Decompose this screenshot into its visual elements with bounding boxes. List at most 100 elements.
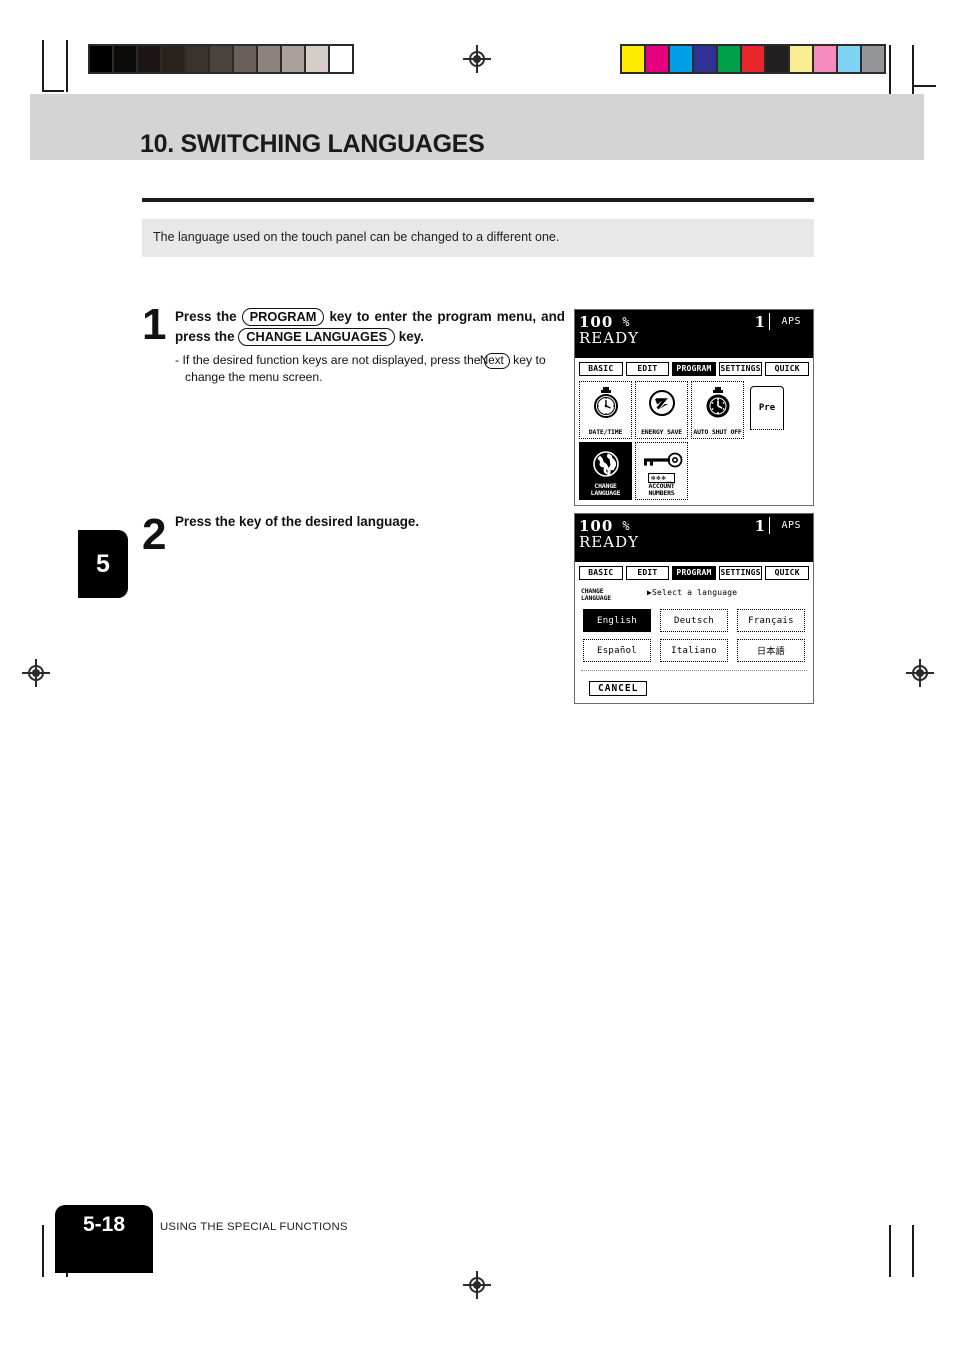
gray-patch (114, 46, 136, 72)
function-key-label: ENERGY SAVE (641, 427, 682, 436)
color-patch (790, 46, 812, 72)
panel-tab-program[interactable]: PROGRAM (672, 566, 716, 580)
panel-tab-quick[interactable]: QUICK (765, 566, 809, 580)
step-1-note: - If the desired function keys are not d… (175, 352, 546, 385)
registration-target-icon (906, 659, 934, 687)
previous-page-tab[interactable]: Pre (750, 385, 784, 430)
function-key-label: AUTO SHUT OFF (693, 427, 742, 436)
key-icon (640, 447, 684, 473)
gray-patch (90, 46, 112, 72)
keycap-program: PROGRAM (241, 308, 325, 326)
grid-spacer (691, 442, 744, 500)
registration-target-icon (463, 45, 491, 73)
panel-tab-edit[interactable]: EDIT (625, 566, 670, 580)
crop-mark-br-v1 (889, 1225, 891, 1277)
ready-status-text: READY (579, 533, 640, 551)
touch-panel-program-menu: 100 % 1 APS READY BASIC EDIT PROGRAM SETTIN… (574, 309, 814, 506)
language-button-italiano[interactable]: Italiano (660, 639, 728, 663)
function-key-change-language[interactable]: CHANGE LANGUAGE (579, 441, 632, 500)
step-number: 1 (142, 300, 167, 349)
function-key-label: ACCOUNT NUMBERS (648, 482, 675, 497)
crop-mark-tl-h1 (42, 90, 64, 92)
language-button-english[interactable]: English (583, 609, 651, 633)
zoom-ratio-value: 100 (579, 516, 614, 535)
gray-patch (186, 46, 208, 72)
language-button-fran-ais[interactable]: Français (737, 609, 805, 633)
panel-tab-program[interactable]: PROGRAM (672, 362, 716, 376)
ready-status-text: READY (579, 329, 640, 347)
color-patch (838, 46, 860, 72)
function-key-label: CHANGE LANGUAGE (590, 482, 621, 497)
intro-text: The language used on the touch panel can… (153, 230, 560, 244)
mode-label-line2: LANGUAGE (581, 593, 611, 602)
language-button-deutsch[interactable]: Deutsch (660, 609, 728, 633)
panel-content: DATE/TIME ENERGY SAVE AUTO SHUT OFF Pre C… (575, 378, 813, 505)
color-patch (814, 46, 836, 72)
stopwatch-icon (591, 386, 621, 420)
gray-patch (162, 46, 184, 72)
step-1-body: Press the PROGRAM key to enter the progr… (175, 307, 565, 386)
keycap-next: Next (480, 352, 510, 369)
title-rule (142, 198, 814, 202)
step-2-body: Press the key of the desired language. (175, 512, 565, 532)
keycap-change-languages: CHANGE LANGUAGES (238, 328, 396, 346)
status-bar: 100 % 1 APS READY (575, 514, 813, 562)
paper-mode-label: APS (781, 520, 801, 531)
pocket-watch-icon (703, 386, 733, 420)
energy-save-icon (647, 386, 677, 420)
step-number: 2 (142, 510, 167, 559)
color-patch (718, 46, 740, 72)
color-patch (622, 46, 644, 72)
panel-tab-edit[interactable]: EDIT (625, 362, 670, 376)
step-2-instruction: Press the key of the desired language. (175, 514, 420, 529)
language-button-grid: English Deutsch Français Español Italiano 日本語 (579, 602, 809, 668)
language-button-espa-ol[interactable]: Español (583, 639, 651, 663)
gray-patch (330, 46, 352, 72)
color-patch (742, 46, 764, 72)
panel-tab-basic[interactable]: BASIC (579, 566, 623, 580)
language-button--[interactable]: 日本語 (737, 639, 805, 663)
copy-count-value: 1 (754, 313, 765, 331)
chapter-tab: 5 (78, 530, 128, 598)
page-title: 10. SWITCHING LANGUAGES (140, 130, 485, 158)
function-key-auto-shut-off[interactable]: AUTO SHUT OFF (691, 380, 744, 439)
panel-tab-bar: BASIC EDIT PROGRAM SETTINGS QUICK (575, 358, 813, 379)
crop-mark-bl-v1 (42, 1225, 44, 1277)
gray-patch (234, 46, 256, 72)
page-number-tab: 5-18 (55, 1205, 153, 1273)
prompt-text: ▶Select a language (647, 587, 738, 597)
cancel-button[interactable]: CANCEL (589, 681, 648, 697)
zoom-ratio-value: 100 (579, 312, 614, 331)
touch-panel-language-select: 100 % 1 APS READY BASIC EDIT PROGRAM SETTIN… (574, 513, 814, 705)
cancel-row: CANCEL (579, 671, 809, 698)
status-divider (769, 517, 770, 534)
panel-content: CHANGE LANGUAGE ▶Select a language Engli… (575, 582, 813, 704)
crop-mark-tr-v1 (889, 45, 891, 95)
function-key-account-numbers[interactable]: ✻✻✻_ ACCOUNT NUMBERS (635, 441, 688, 500)
function-key-date-time[interactable]: DATE/TIME (579, 380, 632, 439)
color-patch (646, 46, 668, 72)
copy-count-value: 1 (754, 517, 765, 535)
function-key-energy-save[interactable]: ENERGY SAVE (635, 380, 688, 439)
gray-patch (138, 46, 160, 72)
registration-target-icon (22, 659, 50, 687)
function-key-label: DATE/TIME (588, 427, 623, 436)
panel-tab-settings[interactable]: SETTINGS (718, 362, 763, 376)
panel-tab-basic[interactable]: BASIC (579, 362, 623, 376)
panel-tab-bar: BASIC EDIT PROGRAM SETTINGS QUICK (575, 562, 813, 583)
crop-mark-tl-v2 (66, 40, 68, 92)
gray-patch (306, 46, 328, 72)
panel-tab-settings[interactable]: SETTINGS (718, 566, 763, 580)
percent-symbol: % (622, 315, 630, 329)
panel-tab-quick[interactable]: QUICK (765, 362, 809, 376)
color-patch (694, 46, 716, 72)
percent-symbol: % (622, 519, 630, 533)
mode-label: CHANGE LANGUAGE (581, 588, 637, 601)
status-bar: 100 % 1 APS READY (575, 310, 813, 358)
color-calibration-bar (620, 44, 886, 74)
footer-chapter-label: USING THE SPECIAL FUNCTIONS (160, 1221, 348, 1233)
gray-patch (210, 46, 232, 72)
paper-mode-label: APS (781, 316, 801, 327)
color-patch (670, 46, 692, 72)
registration-target-icon (463, 1271, 491, 1299)
